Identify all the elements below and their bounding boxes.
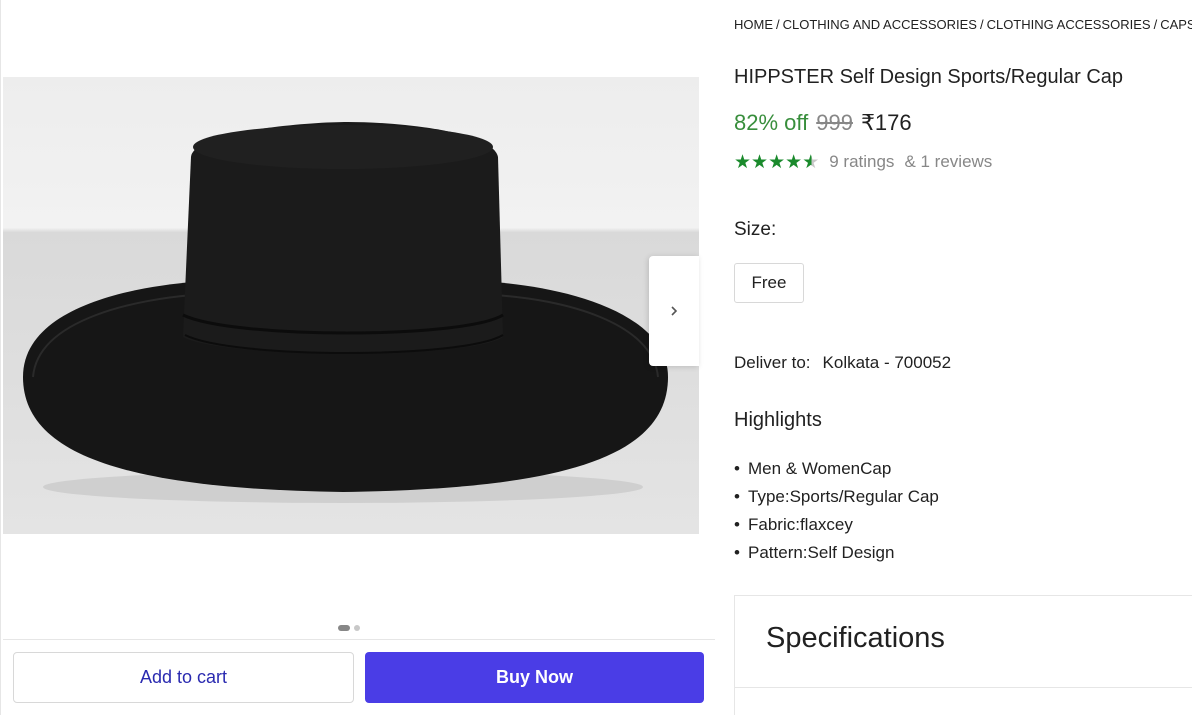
divider <box>735 687 1192 688</box>
ratings-count[interactable]: 9 ratings <box>829 152 894 172</box>
selling-price: ₹176 <box>860 110 912 135</box>
chevron-right-icon <box>671 306 678 316</box>
highlight-text: Men & WomenCap <box>748 459 892 478</box>
bullet-icon: • <box>734 487 740 506</box>
star-icon: ★ <box>785 151 803 173</box>
rating-stars: ★ ★ ★ ★ ★ <box>734 153 819 172</box>
list-item: • Men & WomenCap <box>734 455 939 483</box>
breadcrumb-item-clothing-accessories[interactable]: CLOTHING ACCESSORIES <box>987 17 1151 32</box>
reviews-count[interactable]: & 1 reviews <box>904 152 992 172</box>
delivery-info: Deliver to: Kolkata - 700052 <box>734 353 951 373</box>
bullet-icon: • <box>734 459 740 478</box>
add-to-cart-button[interactable]: Add to cart <box>13 652 354 703</box>
price-row: 82% off 999 ₹176 <box>734 110 912 136</box>
star-half-icon: ★ <box>802 151 820 173</box>
star-icon: ★ <box>751 151 769 173</box>
carousel-dot[interactable] <box>354 625 360 631</box>
specifications-title: Specifications <box>766 622 945 654</box>
specifications-section: Specifications <box>734 595 1192 715</box>
list-item: • Pattern:Self Design <box>734 539 939 567</box>
rating-row: ★ ★ ★ ★ ★ 9 ratings & 1 reviews <box>734 152 992 172</box>
size-label: Size: <box>734 219 777 240</box>
breadcrumb-item-clothing-and-accessories[interactable]: CLOTHING AND ACCESSORIES <box>783 17 977 32</box>
hat-image <box>3 77 699 534</box>
bullet-icon: • <box>734 543 740 562</box>
breadcrumb-separator: / <box>979 17 984 32</box>
highlights-title: Highlights <box>734 409 822 431</box>
highlight-text: Pattern:Self Design <box>748 543 895 562</box>
breadcrumb-item-caps[interactable]: CAPS <box>1160 17 1192 32</box>
star-icon: ★ <box>734 151 752 173</box>
discount-label: 82% off <box>734 110 809 135</box>
deliver-label: Deliver to: <box>734 353 811 372</box>
highlight-text: Fabric:flaxcey <box>748 515 853 534</box>
size-option-free[interactable]: Free <box>734 263 804 303</box>
breadcrumb-item-home[interactable]: HOME <box>734 17 773 32</box>
product-image[interactable] <box>3 77 699 534</box>
highlights-list: • Men & WomenCap • Type:Sports/Regular Cap… <box>734 455 939 567</box>
list-item: • Fabric:flaxcey <box>734 511 939 539</box>
next-image-button[interactable] <box>649 256 699 366</box>
carousel-dots <box>338 625 360 631</box>
product-details: HOME / CLOTHING AND ACCESSORIES / CLOTHING A… <box>734 0 1192 715</box>
breadcrumb-separator: / <box>776 17 780 32</box>
star-icon: ★ <box>768 151 786 173</box>
delivery-location[interactable]: Kolkata - 700052 <box>823 353 952 373</box>
bullet-icon: • <box>734 515 740 534</box>
product-title: HIPPSTER Self Design Sports/Regular Cap <box>734 66 1124 88</box>
action-bar: Add to cart Buy Now <box>3 639 715 715</box>
highlight-text: Type:Sports/Regular Cap <box>748 487 939 506</box>
carousel-dot[interactable] <box>338 625 350 631</box>
original-price: 999 <box>816 110 853 135</box>
breadcrumb-separator: / <box>1153 17 1158 32</box>
list-item: • Type:Sports/Regular Cap <box>734 483 939 511</box>
product-gallery: Add to cart Buy Now <box>0 0 718 715</box>
buy-now-button[interactable]: Buy Now <box>365 652 704 703</box>
breadcrumb: HOME / CLOTHING AND ACCESSORIES / CLOTHING A… <box>734 17 1192 32</box>
